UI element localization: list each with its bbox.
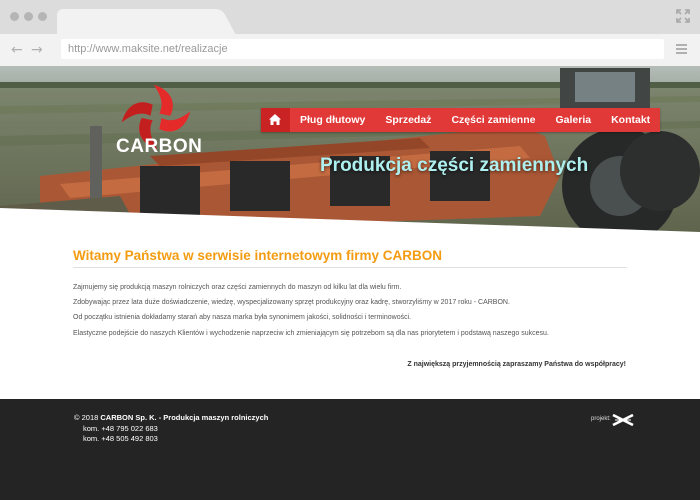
footer-company: CARBON Sp. K. - Produkcja maszyn rolnicz… xyxy=(100,413,269,422)
paragraph-2: Zdobywając przez lata duże doświadczenie… xyxy=(73,299,510,306)
copyright-year: © 2018 xyxy=(74,413,101,422)
home-icon xyxy=(269,114,281,125)
credit-label: projekt: xyxy=(591,416,611,422)
heading-divider xyxy=(73,267,627,268)
paragraph-4: Elastyczne podejście do naszych Klientów… xyxy=(73,330,549,337)
footer-phone-1: kom. +48 795 022 683 xyxy=(83,424,158,433)
back-arrow-icon[interactable]: ← xyxy=(11,42,23,58)
hero-title: Produkcja części zamiennych xyxy=(320,155,589,176)
browser-address-bar: ← → http://www.maksite.net/realizacje xyxy=(0,34,700,66)
window-minimize-dot[interactable] xyxy=(24,12,33,21)
hero-background-image xyxy=(0,66,700,232)
nav-galeria[interactable]: Galeria xyxy=(545,108,601,132)
logo-text[interactable]: CARBON xyxy=(116,136,202,158)
nav-home[interactable] xyxy=(261,108,290,132)
paragraph-1: Zajmujemy się produkcją maszyn rolniczyc… xyxy=(73,284,402,291)
paragraph-3: Od początku istnienia dokładamy starań a… xyxy=(73,314,412,321)
nav-sprzedaz[interactable]: Sprzedaż xyxy=(375,108,441,132)
hero-banner: CARBON Pług dłutowy Sprzedaż Części zami… xyxy=(0,66,700,232)
page-heading: Witamy Państwa w serwisie internetowym f… xyxy=(73,248,442,263)
main-navigation: Pług dłutowy Sprzedaż Części zamienne Ga… xyxy=(261,108,661,132)
nav-czesci-zamienne[interactable]: Części zamienne xyxy=(441,108,545,132)
closing-invitation: Z największą przyjemnością zapraszamy Pa… xyxy=(407,361,626,368)
url-field[interactable]: http://www.maksite.net/realizacje xyxy=(61,39,664,59)
window-maximize-dot[interactable] xyxy=(38,12,47,21)
hamburger-menu-icon[interactable] xyxy=(676,44,687,54)
footer-phone-2: kom. +48 505 492 803 xyxy=(83,434,158,443)
nav-plug-dlutowy[interactable]: Pług dłutowy xyxy=(290,108,375,132)
site-footer: © 2018 CARBON Sp. K. - Produkcja maszyn … xyxy=(0,399,700,500)
footer-copyright: © 2018 CARBON Sp. K. - Produkcja maszyn … xyxy=(74,413,268,422)
browser-tab-strip xyxy=(0,0,700,35)
browser-tab[interactable] xyxy=(57,9,215,35)
window-close-dot[interactable] xyxy=(10,12,19,21)
expand-icon[interactable] xyxy=(676,9,690,23)
forward-arrow-icon[interactable]: → xyxy=(31,42,43,58)
maksite-logo-icon xyxy=(612,414,634,426)
nav-kontakt[interactable]: Kontakt xyxy=(601,108,660,132)
